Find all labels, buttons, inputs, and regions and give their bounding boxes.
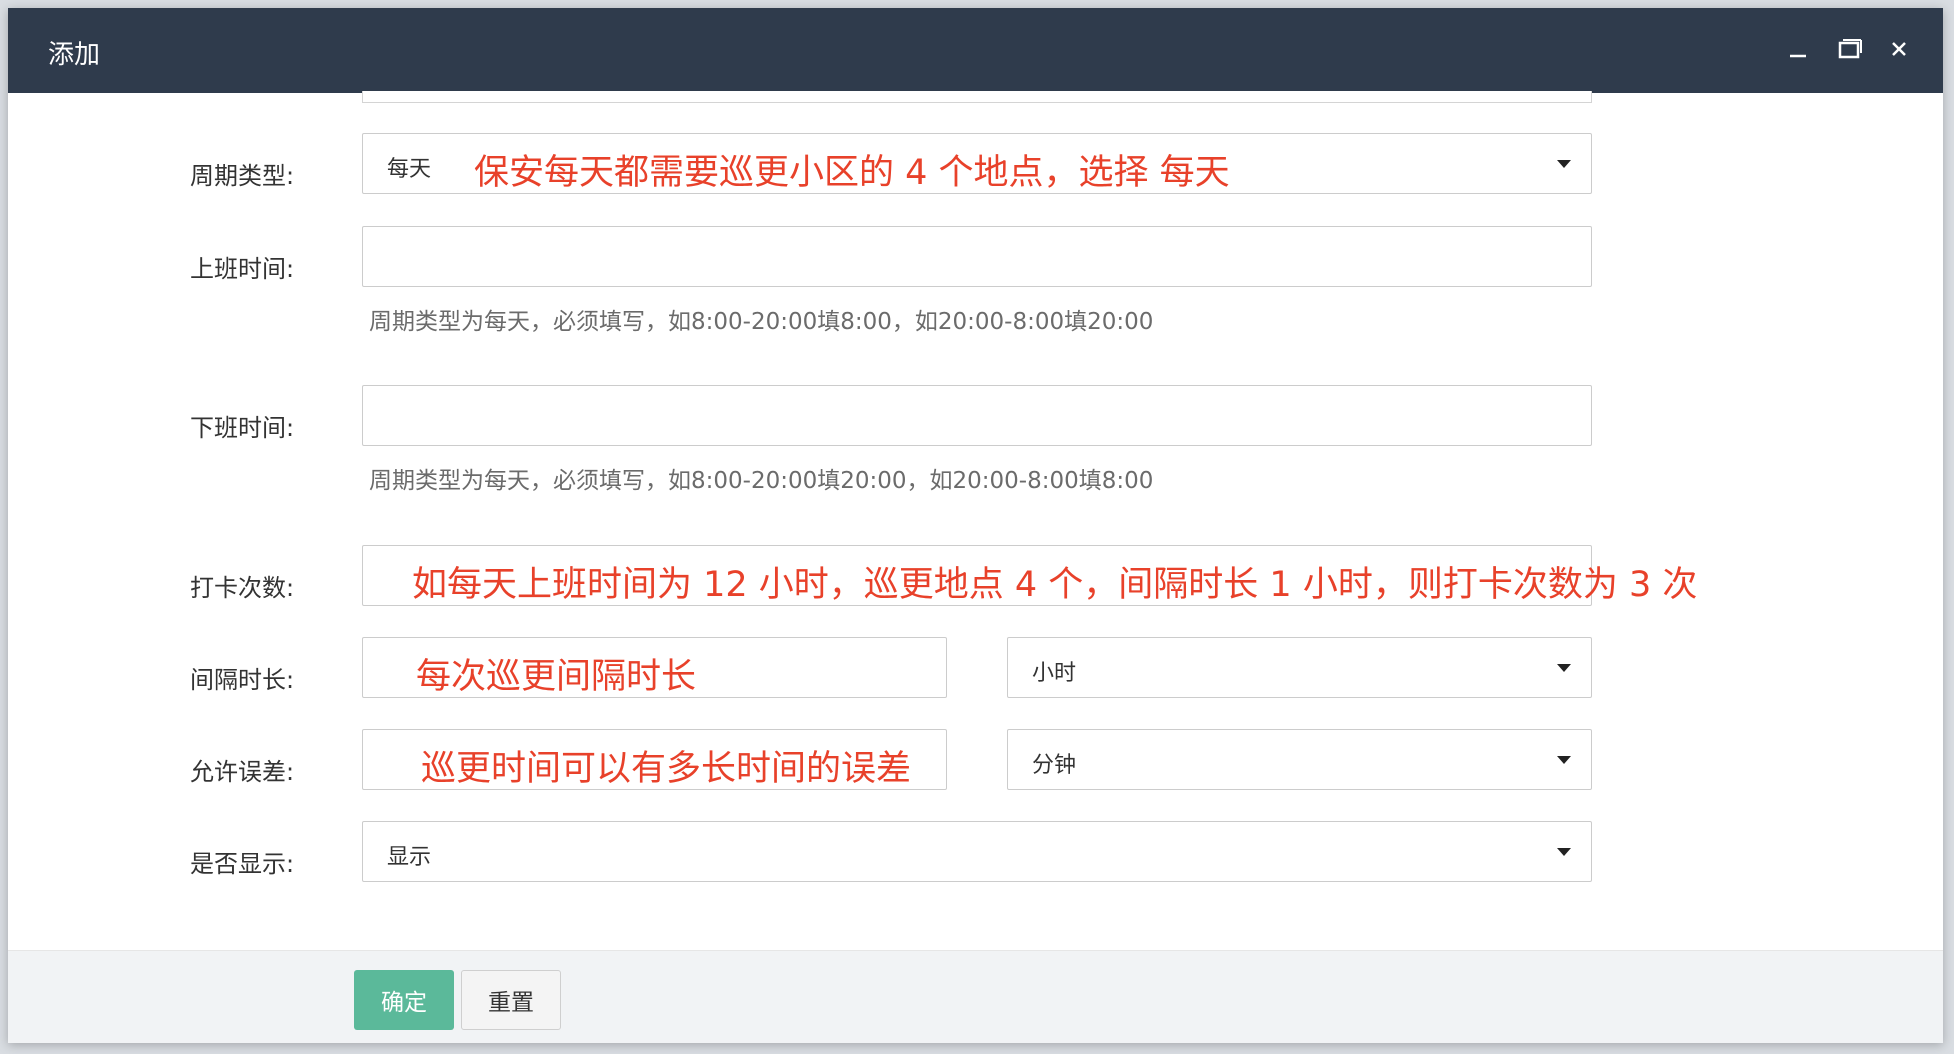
reset-button[interactable]: 重置: [461, 970, 561, 1030]
end-time-label: 下班时间:: [190, 414, 295, 442]
punch-count-annotation: 如每天上班时间为 12 小时，巡更地点 4 个，间隔时长 1 小时，则打卡次数为…: [412, 565, 1698, 605]
cycle-type-label: 周期类型:: [190, 162, 295, 190]
close-icon[interactable]: [1882, 32, 1916, 66]
maximize-icon[interactable]: [1832, 32, 1866, 66]
chevron-down-icon: [1557, 756, 1571, 764]
chevron-down-icon: [1557, 848, 1571, 856]
end-time-input[interactable]: [362, 385, 1592, 446]
start-time-label: 上班时间:: [190, 255, 295, 283]
chevron-down-icon: [1557, 664, 1571, 672]
cycle-type-value: 每天: [387, 157, 432, 182]
dialog-titlebar: 添加: [8, 8, 1943, 93]
partially-visible-input[interactable]: [362, 91, 1592, 103]
tolerance-unit-value: 分钟: [1032, 753, 1077, 778]
tolerance-unit-select[interactable]: 分钟: [1007, 729, 1592, 790]
add-dialog: 添加 周期类型: 每天 保安每天都需要巡更小区的 4 个地点，选择 每天 上班时…: [8, 8, 1943, 1043]
minimize-icon[interactable]: [1781, 32, 1815, 66]
start-time-input[interactable]: [362, 226, 1592, 287]
dialog-content: 周期类型: 每天 保安每天都需要巡更小区的 4 个地点，选择 每天 上班时间: …: [8, 91, 1943, 950]
end-time-hint: 周期类型为每天，必须填写，如8:00-20:00填20:00，如20:00-8:…: [369, 468, 1154, 494]
tolerance-label: 允许误差:: [190, 758, 295, 786]
interval-unit-value: 小时: [1032, 661, 1077, 686]
tolerance-annotation: 巡更时间可以有多长时间的误差: [421, 749, 912, 789]
start-time-hint: 周期类型为每天，必须填写，如8:00-20:00填8:00，如20:00-8:0…: [369, 309, 1154, 335]
chevron-down-icon: [1557, 160, 1571, 168]
dialog-footer: 确定 重置: [8, 950, 1943, 1043]
interval-unit-select[interactable]: 小时: [1007, 637, 1592, 698]
display-value: 显示: [387, 845, 432, 870]
dialog-title: 添加: [48, 40, 101, 70]
display-label: 是否显示:: [190, 850, 295, 878]
interval-label: 间隔时长:: [190, 666, 295, 694]
punch-count-label: 打卡次数:: [190, 574, 295, 602]
interval-annotation: 每次巡更间隔时长: [416, 657, 697, 697]
confirm-button[interactable]: 确定: [354, 970, 454, 1030]
cycle-type-annotation: 保安每天都需要巡更小区的 4 个地点，选择 每天: [474, 153, 1230, 193]
display-select[interactable]: 显示: [362, 821, 1592, 882]
